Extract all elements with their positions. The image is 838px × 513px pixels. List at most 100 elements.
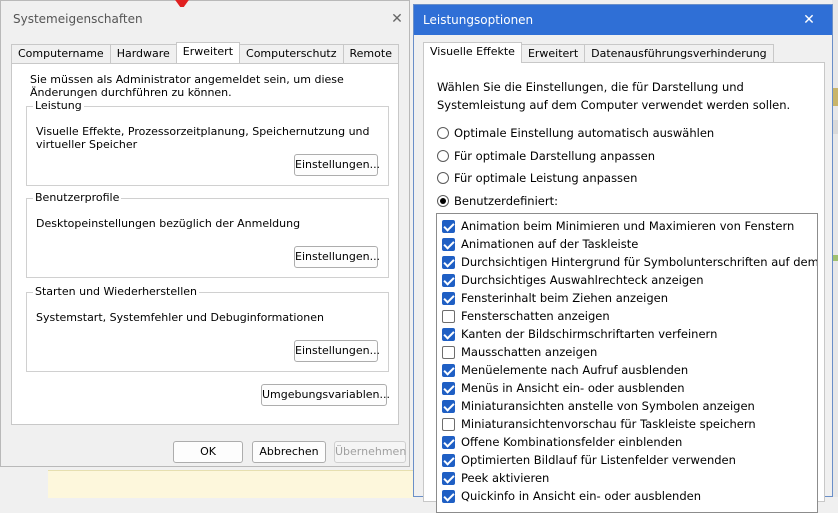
effect-label: Miniaturansichten anstelle von Symbolen … (461, 399, 755, 413)
checkbox-checked-icon (442, 255, 455, 269)
effect-label: Menüelemente nach Aufruf ausblenden (461, 363, 689, 377)
checkbox-checked-icon (442, 399, 455, 413)
tab-erweitert[interactable]: Erweitert (175, 42, 241, 63)
radio-label: Für optimale Leistung anpassen (454, 171, 638, 185)
tab-remote[interactable]: Remote (342, 44, 399, 63)
radio-custom[interactable]: Benutzerdefiniert: (437, 192, 558, 210)
ok-button[interactable]: OK (173, 441, 243, 463)
effect-label: Offene Kombinationsfelder einblenden (461, 435, 683, 449)
checkbox-checked-icon (442, 471, 455, 485)
checkbox-checked-icon (442, 489, 455, 503)
effect-label: Menüs in Ansicht ein- oder ausblenden (461, 381, 685, 395)
effect-label: Durchsichtigen Hintergrund für Symbolunt… (461, 255, 818, 269)
tab-hardware[interactable]: Hardware (109, 44, 177, 63)
background-window-area (48, 470, 414, 498)
effect-label: Peek aktivieren (461, 471, 550, 485)
cancel-button[interactable]: Abbrechen (252, 441, 326, 463)
tab-advanced[interactable]: Erweitert (520, 44, 586, 63)
effect-label: Fensterinhalt beim Ziehen anzeigen (461, 291, 669, 305)
radio-label: Für optimale Darstellung anpassen (454, 149, 656, 163)
radio-button-icon (437, 150, 449, 162)
radio-best-appearance[interactable]: Für optimale Darstellung anpassen (437, 147, 655, 165)
effect-label: Mausschatten anzeigen (461, 345, 598, 359)
checkbox-unchecked-icon (442, 345, 455, 359)
tab-page-visual-effects: Wählen Sie die Einstellungen, die für Da… (423, 62, 825, 513)
list-item-effect[interactable]: Fensterinhalt beim Ziehen anzeigen (442, 289, 668, 307)
titlebar: Leistungsoptionen ✕ (414, 5, 832, 35)
dialog-title: Leistungsoptionen (423, 13, 534, 27)
radio-auto[interactable]: Optimale Einstellung automatisch auswähl… (437, 124, 714, 142)
checkbox-checked-icon (442, 291, 455, 305)
list-item-effect-window-shadows[interactable]: Fensterschatten anzeigen (442, 307, 610, 325)
list-item-effect[interactable]: Quickinfo in Ansicht ein- oder ausblende… (442, 487, 701, 505)
radio-best-performance[interactable]: Für optimale Leistung anpassen (437, 169, 637, 187)
startup-settings-button[interactable]: Einstellungen... (294, 340, 380, 362)
checkbox-checked-icon (442, 273, 455, 287)
list-item-effect[interactable]: Miniaturansichtenvorschau für Taskleiste… (442, 415, 756, 433)
performance-settings-button[interactable]: Einstellungen... (294, 154, 380, 176)
group-startup-recovery: Starten und Wiederherstellen Systemstart… (26, 285, 389, 372)
effect-label: Miniaturansichtenvorschau für Taskleiste… (461, 417, 756, 431)
checkbox-unchecked-icon (442, 309, 455, 323)
effect-label: Quickinfo in Ansicht ein- oder ausblende… (461, 489, 702, 503)
group-legend: Starten und Wiederherstellen (33, 285, 199, 298)
system-properties-dialog: Systemeigenschaften ✕ Computername Hardw… (0, 0, 410, 467)
list-item-effect[interactable]: Offene Kombinationsfelder einblenden (442, 433, 682, 451)
tab-strip: Visuelle Effekte Erweitert Datenausführu… (423, 42, 774, 63)
effect-label: Fensterschatten anzeigen (461, 309, 610, 323)
intro-text: Wählen Sie die Einstellungen, die für Da… (437, 80, 791, 112)
checkbox-checked-icon (442, 363, 455, 377)
tab-page-erweitert: Sie müssen als Administrator angemeldet … (11, 63, 399, 425)
effect-label: Optimierten Bildlauf für Listenfelder ve… (461, 453, 736, 467)
checkbox-checked-icon (442, 381, 455, 395)
checkbox-checked-icon (442, 237, 455, 251)
list-item-effect[interactable]: Menüelemente nach Aufruf ausblenden (442, 361, 688, 379)
list-item-effect[interactable]: Durchsichtigen Hintergrund für Symbolunt… (442, 253, 818, 271)
effect-label: Animationen auf der Taskleiste (461, 237, 639, 251)
group-description: Visuelle Effekte, Prozessorzeitplanung, … (36, 125, 370, 151)
visual-effects-list[interactable]: Animation beim Minimieren und Maximieren… (436, 213, 818, 513)
effect-label: Durchsichtiges Auswahlrechteck anzeigen (461, 273, 704, 287)
app-logo-icon (173, 0, 191, 7)
environment-variables-button[interactable]: Umgebungsvariablen... (261, 384, 390, 406)
radio-button-icon (437, 172, 449, 184)
radio-label: Benutzerdefiniert: (454, 194, 558, 208)
list-item-effect[interactable]: Durchsichtiges Auswahlrechteck anzeigen (442, 271, 704, 289)
list-item-effect[interactable]: Animation beim Minimieren und Maximieren… (442, 217, 794, 235)
admin-note: Sie müssen als Administrator angemeldet … (30, 73, 344, 99)
effect-label: Kanten der Bildschirmschriftarten verfei… (461, 327, 718, 341)
checkbox-checked-icon (442, 453, 455, 467)
radio-label: Optimale Einstellung automatisch auswähl… (454, 126, 715, 140)
group-performance: Leistung Visuelle Effekte, Prozessorzeit… (26, 99, 389, 186)
radio-button-selected-icon (437, 195, 449, 207)
group-legend: Leistung (33, 99, 84, 112)
tab-computername[interactable]: Computername (11, 44, 111, 63)
dialog-title: Systemeigenschaften (13, 12, 143, 26)
list-item-effect[interactable]: Mausschatten anzeigen (442, 343, 597, 361)
list-item-effect[interactable]: Kanten der Bildschirmschriftarten verfei… (442, 325, 717, 343)
apply-button[interactable]: Übernehmen (334, 441, 406, 463)
list-item-effect[interactable]: Animationen auf der Taskleiste (442, 235, 638, 253)
checkbox-checked-icon (442, 327, 455, 341)
list-item-effect[interactable]: Miniaturansichten anstelle von Symbolen … (442, 397, 755, 415)
group-legend: Benutzerprofile (33, 191, 122, 204)
checkbox-checked-icon (442, 219, 455, 233)
list-item-effect[interactable]: Menüs in Ansicht ein- oder ausblenden (442, 379, 685, 397)
close-icon[interactable]: ✕ (797, 10, 821, 30)
group-user-profiles: Benutzerprofile Desktopeinstellungen bez… (26, 191, 389, 278)
close-icon[interactable]: ✕ (385, 9, 409, 29)
list-item-effect[interactable]: Optimierten Bildlauf für Listenfelder ve… (442, 451, 736, 469)
group-description: Systemstart, Systemfehler und Debuginfor… (36, 311, 324, 324)
checkbox-unchecked-icon (442, 417, 455, 431)
group-description: Desktopeinstellungen bezüglich der Anmel… (36, 217, 301, 230)
titlebar: Systemeigenschaften ✕ (1, 0, 409, 37)
radio-button-icon (437, 127, 449, 139)
performance-options-dialog: Leistungsoptionen ✕ Visuelle Effekte Erw… (413, 4, 833, 513)
tab-computerschutz[interactable]: Computerschutz (239, 44, 344, 63)
tab-dep[interactable]: Datenausführungsverhinderung (584, 44, 774, 63)
checkbox-checked-icon (442, 435, 455, 449)
list-item-effect[interactable]: Peek aktivieren (442, 469, 549, 487)
tab-visual-effects[interactable]: Visuelle Effekte (423, 42, 522, 63)
effect-label: Animation beim Minimieren und Maximieren… (461, 219, 795, 233)
profiles-settings-button[interactable]: Einstellungen... (294, 246, 380, 268)
